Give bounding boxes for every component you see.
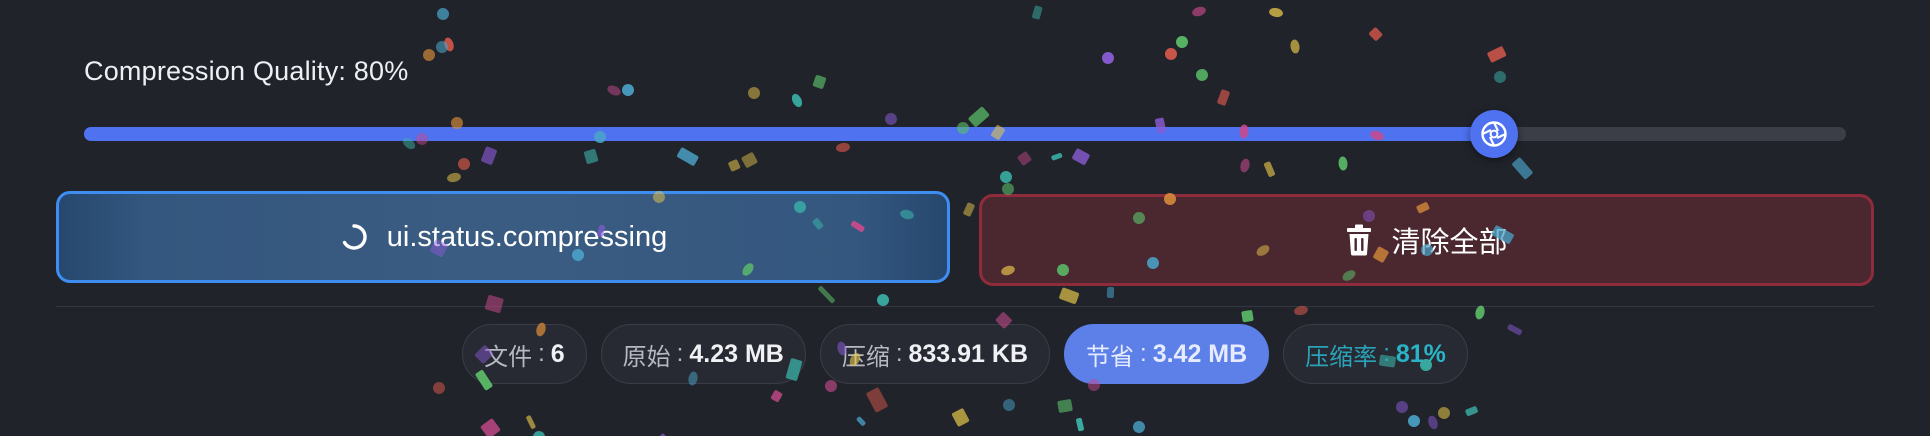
clear-all-button-label: 清除全部 (1391, 227, 1508, 259)
confetti-piece (1031, 4, 1044, 20)
quality-label: Compression Quality: 80% (84, 56, 409, 86)
confetti-piece (445, 171, 462, 184)
confetti-piece (951, 407, 970, 427)
stat-ratio-value: 81% (1395, 339, 1446, 368)
stat-separator: : (676, 340, 684, 367)
confetti-piece (1426, 413, 1440, 431)
confetti-piece (1101, 51, 1115, 65)
confetti-piece (1511, 156, 1534, 180)
confetti-piece (1131, 419, 1147, 435)
stat-separator: : (538, 340, 545, 367)
stat-ratio-label: 压缩率 (1305, 343, 1378, 371)
confetti-piece (962, 201, 975, 217)
slider-fill (84, 127, 1494, 141)
confetti-piece (1075, 417, 1085, 432)
confetti-piece (1338, 156, 1349, 172)
confetti-piece (1239, 157, 1252, 174)
confetti-piece (1289, 38, 1301, 54)
confetti-piece (436, 7, 450, 21)
confetti-piece (1107, 286, 1115, 298)
confetti-piece (1002, 398, 1016, 412)
stat-ratio: 压缩率 : 81% (1283, 324, 1468, 384)
confetti-piece (1367, 26, 1383, 42)
confetti-piece (605, 83, 622, 98)
confetti-piece (1263, 161, 1276, 178)
stat-files-value: 6 (550, 339, 565, 368)
confetti-piece (1195, 68, 1208, 82)
clear-all-button[interactable]: 清除全部 (979, 194, 1874, 286)
confetti-piece (854, 415, 866, 427)
confetti-piece (745, 85, 762, 102)
quality-slider[interactable] (84, 110, 1846, 158)
confetti-piece (532, 429, 546, 436)
stat-saved-label: 节省 (1086, 343, 1135, 371)
stat-separator: : (1140, 340, 1147, 367)
stat-saved: 节省 : 3.42 MB (1064, 324, 1270, 384)
confetti-piece (1162, 45, 1180, 63)
compress-button[interactable]: ui.status.compressing (56, 191, 950, 283)
confetti-piece (1407, 414, 1421, 428)
confetti-piece (422, 47, 436, 62)
confetti-piece (455, 155, 473, 173)
confetti-piece (1190, 5, 1208, 19)
stat-compressed-label: 压缩 (841, 343, 890, 371)
confetti-piece (817, 284, 837, 304)
confetti-piece (1486, 45, 1508, 64)
trash-icon (1345, 224, 1373, 256)
stats-bar: 文件 : 6 原始 : 4.23 MB 压缩 : 833.91 KB 节省 : … (0, 324, 1930, 384)
stat-files: 文件 : 6 (462, 324, 587, 384)
confetti-piece (442, 36, 455, 53)
confetti-piece (1216, 88, 1231, 106)
stat-original-value: 4.23 MB (689, 339, 784, 368)
confetti-piece (812, 74, 827, 90)
confetti-piece (1464, 405, 1479, 417)
confetti-piece (620, 83, 636, 98)
compress-button-label: ui.status.compressing (386, 220, 668, 253)
confetti-piece (433, 39, 450, 55)
aperture-icon (1480, 121, 1507, 147)
stat-compressed-value: 833.91 KB (908, 339, 1029, 368)
compression-panel: Compression Quality: 80% ui.status.compr… (0, 0, 1930, 436)
confetti-piece (770, 389, 783, 403)
confetti-piece (1241, 309, 1254, 323)
confetti-piece (865, 387, 889, 414)
stat-files-label: 文件 (484, 343, 533, 371)
confetti-piece (1491, 68, 1509, 86)
confetti-piece (1393, 398, 1411, 416)
confetti-piece (480, 417, 502, 436)
stat-original: 原始 : 4.23 MB (600, 324, 806, 384)
confetti-piece (727, 158, 742, 173)
confetti-piece (741, 151, 759, 169)
confetti-piece (1437, 406, 1451, 420)
slider-thumb[interactable] (1469, 110, 1518, 158)
stat-original-label: 原始 (622, 343, 671, 371)
confetti-piece (484, 294, 504, 314)
confetti-piece (1268, 6, 1284, 19)
confetti-piece (1056, 398, 1073, 413)
stat-compressed: 压缩 : 833.91 KB (819, 324, 1051, 384)
stat-separator: : (1383, 340, 1390, 367)
divider (56, 306, 1874, 307)
confetti-piece (1174, 33, 1190, 50)
confetti-piece (789, 92, 804, 110)
stat-separator: : (895, 340, 903, 367)
confetti-piece (525, 414, 537, 430)
confetti-piece (997, 168, 1015, 185)
stat-saved-value: 3.42 MB (1152, 339, 1248, 368)
confetti-piece (1058, 287, 1080, 305)
spinner-icon (339, 222, 369, 252)
